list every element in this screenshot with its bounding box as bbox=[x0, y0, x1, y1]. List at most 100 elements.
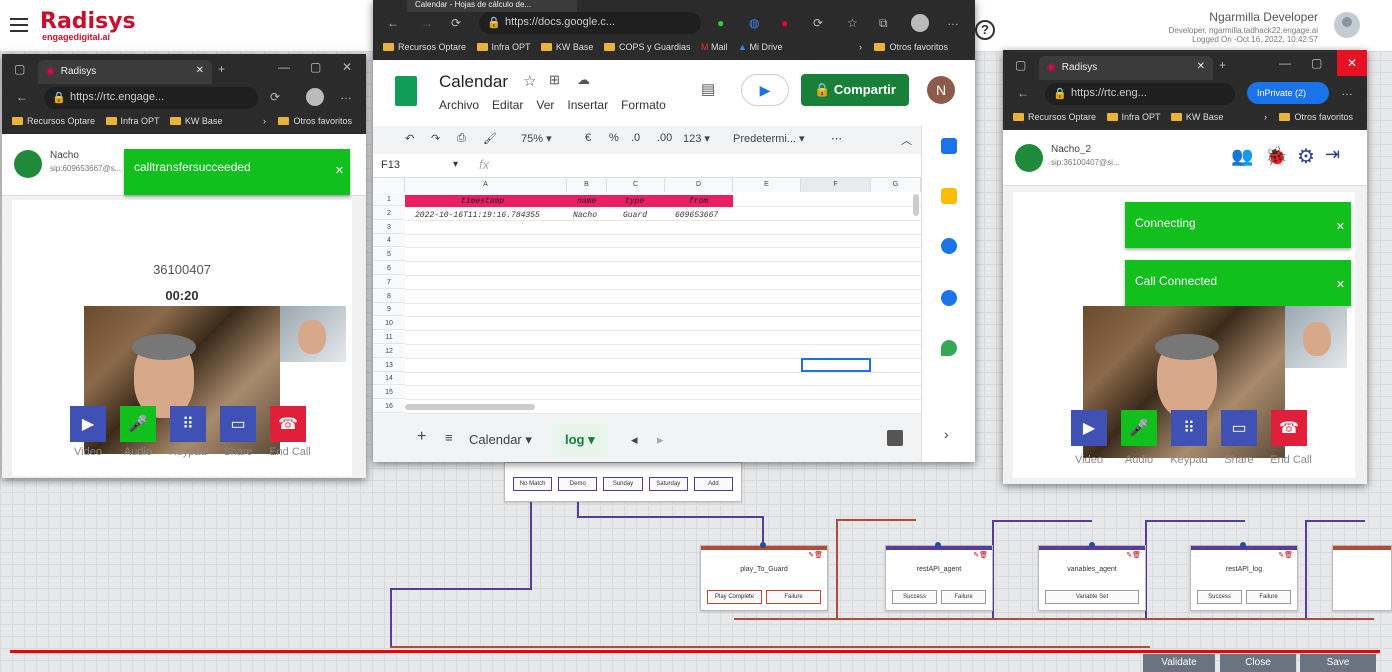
cell-header-timestamp[interactable]: timestamp bbox=[461, 197, 504, 206]
row-header[interactable]: 5 bbox=[373, 248, 405, 262]
more-icon[interactable]: … bbox=[947, 14, 959, 28]
menu-formato[interactable]: Formato bbox=[621, 98, 666, 112]
bookmark-link[interactable]: ▲ Mi Drive bbox=[738, 42, 782, 52]
share-screen-button[interactable]: ▭ bbox=[220, 406, 256, 442]
browser-tab[interactable]: ◉ Radisys ✕ bbox=[38, 60, 212, 84]
undo-icon[interactable]: ↶ bbox=[405, 132, 414, 145]
meet-icon[interactable]: ▶ bbox=[741, 74, 789, 106]
favorites-icon[interactable]: ☆ bbox=[847, 16, 858, 30]
bookmark-folder[interactable]: Infra OPT bbox=[105, 116, 159, 126]
menu-option-button[interactable]: Sunday bbox=[603, 477, 643, 491]
node-port-button[interactable]: Success bbox=[892, 590, 937, 604]
menu-archivo[interactable]: Archivo bbox=[439, 98, 479, 112]
sheet-tab-calendar[interactable]: Calendar ▾ bbox=[469, 432, 532, 448]
browser-tab[interactable]: Calendar - Hojas de cálculo de... bbox=[407, 0, 577, 12]
maximize-icon[interactable]: ▢ bbox=[310, 60, 321, 74]
logout-icon[interactable]: ⇥ bbox=[1325, 144, 1340, 165]
move-folder-icon[interactable]: ⊞ bbox=[549, 72, 560, 88]
help-icon[interactable]: ? bbox=[975, 20, 995, 40]
keep-icon[interactable] bbox=[941, 188, 957, 204]
bookmark-folder[interactable]: KW Base bbox=[1170, 112, 1223, 122]
scroll-tabs-right-icon[interactable]: ▸ bbox=[657, 432, 664, 448]
column-header[interactable]: C bbox=[607, 178, 665, 192]
row-header[interactable]: 15 bbox=[373, 386, 405, 400]
refresh-icon[interactable]: ⟳ bbox=[451, 16, 461, 30]
menu-node[interactable]: No Match Demo Sunday Saturday Add bbox=[504, 462, 742, 502]
new-tab-icon[interactable]: + bbox=[1219, 58, 1226, 72]
menu-option-button[interactable]: No Match bbox=[513, 477, 553, 491]
flow-node-partial[interactable] bbox=[1332, 545, 1392, 611]
row-header[interactable]: 14 bbox=[373, 372, 405, 386]
flow-node-restapi-agent[interactable]: ✎🗑 restAPI_agent Success Failure bbox=[885, 545, 993, 611]
edit-delete-icons[interactable]: ✎🗑 bbox=[973, 551, 988, 559]
contacts-icon[interactable]: 👥 bbox=[1231, 146, 1253, 167]
address-bar[interactable]: 🔒 https://rtc.engage... bbox=[44, 87, 258, 109]
validate-button[interactable]: Validate bbox=[1143, 654, 1215, 672]
profile-icon[interactable] bbox=[911, 14, 929, 32]
tab-actions-icon[interactable]: ▢ bbox=[14, 62, 25, 76]
minimize-icon[interactable]: — bbox=[278, 60, 290, 74]
cell-name[interactable]: Nacho bbox=[573, 211, 597, 220]
row-header[interactable]: 3 bbox=[373, 220, 405, 234]
menu-option-button[interactable]: Add bbox=[693, 477, 734, 491]
row-header[interactable]: 2 bbox=[373, 206, 405, 220]
row-header[interactable]: 10 bbox=[373, 317, 405, 331]
percent-format-button[interactable]: % bbox=[609, 132, 619, 144]
column-header[interactable]: D bbox=[665, 178, 733, 192]
browser-tab[interactable]: ◉ Radisys ✕ bbox=[1039, 56, 1213, 80]
row-header[interactable]: 11 bbox=[373, 331, 405, 344]
edit-delete-icons[interactable]: ✎🗑 bbox=[1278, 551, 1293, 559]
explore-icon[interactable] bbox=[887, 430, 903, 446]
keypad-button[interactable]: ⠿ bbox=[1171, 410, 1207, 446]
hamburger-menu-icon[interactable] bbox=[10, 18, 28, 32]
collections-icon[interactable]: ⧉ bbox=[879, 16, 888, 31]
contacts-icon[interactable] bbox=[941, 290, 957, 306]
address-bar[interactable]: 🔒 https://rtc.eng... bbox=[1045, 83, 1235, 105]
edit-delete-icons[interactable]: ✎🗑 bbox=[808, 551, 823, 559]
star-icon[interactable]: ☆ bbox=[523, 72, 536, 90]
edit-delete-icons[interactable]: ✎🗑 bbox=[1126, 551, 1141, 559]
close-toast-icon[interactable]: ✕ bbox=[1336, 264, 1345, 306]
increase-decimals-button[interactable]: .00 bbox=[657, 132, 672, 144]
decrease-decimals-button[interactable]: .0 bbox=[631, 132, 640, 144]
column-header[interactable]: E bbox=[733, 178, 801, 192]
chevron-right-icon[interactable]: › bbox=[263, 116, 266, 126]
bookmark-folder[interactable]: Recursos Optare bbox=[12, 116, 95, 126]
debug-bug-icon[interactable]: 🐞 bbox=[1265, 146, 1287, 167]
menu-option-button[interactable]: Saturday bbox=[648, 477, 688, 491]
cell-from[interactable]: 609653667 bbox=[675, 211, 718, 220]
back-icon[interactable]: ← bbox=[1017, 86, 1029, 100]
row-header[interactable]: 7 bbox=[373, 275, 405, 289]
node-connector[interactable] bbox=[1240, 542, 1246, 548]
node-port-button[interactable]: Failure bbox=[1246, 590, 1291, 604]
bookmark-folder[interactable]: Otros favoritos bbox=[278, 116, 352, 126]
maps-icon[interactable] bbox=[941, 340, 957, 356]
number-format-select[interactable]: 123 ▾ bbox=[683, 132, 710, 145]
sheet-tab-log[interactable]: log ▾ bbox=[553, 424, 607, 456]
extension-icon[interactable]: ◍ bbox=[749, 16, 759, 30]
column-header[interactable]: G bbox=[871, 178, 921, 192]
save-button[interactable]: Save bbox=[1300, 654, 1376, 672]
video-progress-bar[interactable] bbox=[10, 650, 1380, 653]
selected-cell-f13[interactable] bbox=[801, 358, 871, 372]
scroll-tabs-left-icon[interactable]: ◂ bbox=[631, 432, 638, 448]
row-header[interactable]: 1 bbox=[373, 193, 405, 206]
tasks-icon[interactable] bbox=[941, 238, 957, 254]
inprivate-badge[interactable]: InPrivate (2) bbox=[1247, 82, 1329, 104]
row-header[interactable]: 9 bbox=[373, 303, 405, 317]
back-icon[interactable]: ← bbox=[387, 16, 399, 30]
redo-icon[interactable]: ↷ bbox=[431, 132, 440, 145]
account-avatar[interactable]: N bbox=[927, 76, 955, 104]
new-tab-icon[interactable]: + bbox=[218, 62, 225, 76]
forward-icon[interactable]: → bbox=[421, 16, 433, 30]
share-screen-button[interactable]: ▭ bbox=[1221, 410, 1257, 446]
extension-icon[interactable]: ● bbox=[781, 16, 788, 30]
select-all-corner[interactable] bbox=[373, 178, 405, 192]
user-avatar[interactable] bbox=[1334, 12, 1360, 38]
expand-panel-icon[interactable]: › bbox=[944, 426, 949, 442]
close-tab-icon[interactable]: ✕ bbox=[1197, 61, 1205, 72]
column-header[interactable]: F bbox=[801, 178, 871, 192]
video-toggle-button[interactable]: ▶ bbox=[1071, 410, 1107, 446]
menu-option-button[interactable]: Demo bbox=[558, 477, 598, 491]
more-icon[interactable]: … bbox=[340, 88, 352, 102]
